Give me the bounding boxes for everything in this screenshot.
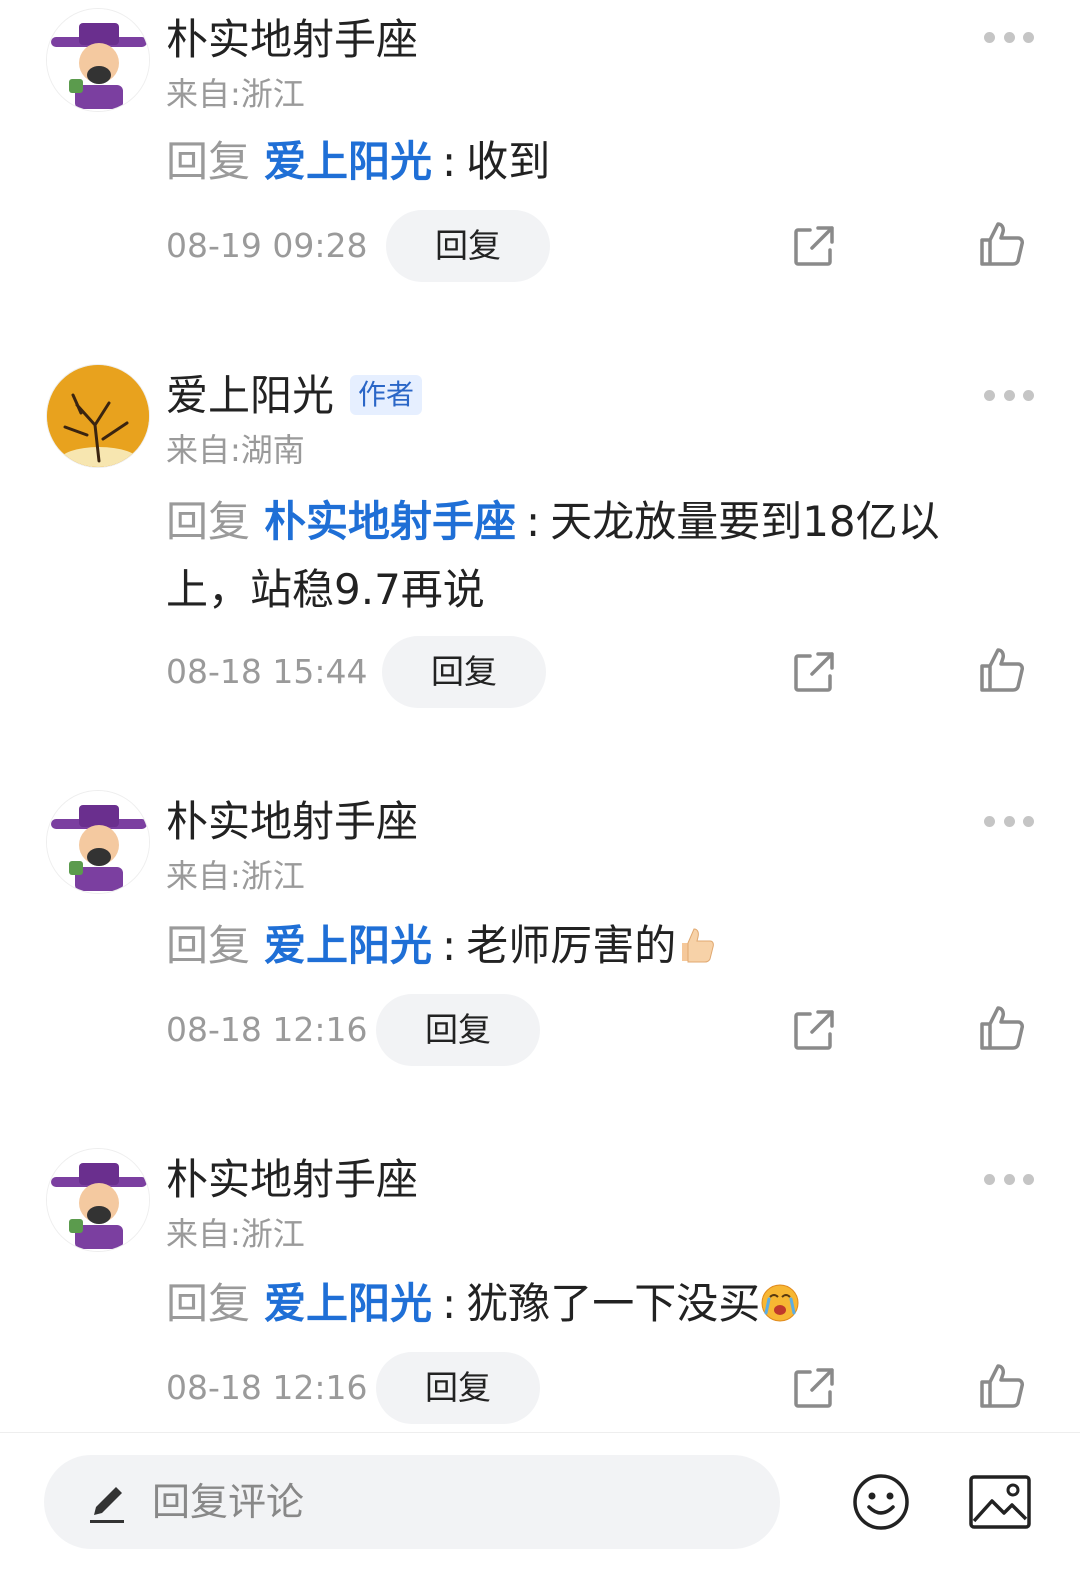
- image-icon[interactable]: [968, 1473, 1032, 1531]
- location-label: 来自:浙江: [166, 857, 305, 895]
- reply-prefix: 回复: [166, 497, 251, 546]
- pen-icon: [90, 1487, 124, 1523]
- timestamp: 08-18 12:16: [166, 1010, 368, 1049]
- avatar[interactable]: [46, 790, 150, 894]
- separator: :: [442, 137, 457, 186]
- reply-button[interactable]: 回复: [376, 1352, 540, 1424]
- comment-text: 收到: [466, 137, 551, 186]
- username-text[interactable]: 爱上阳光: [166, 371, 334, 420]
- comment-body: 回复 爱上阳光: 犹豫了一下没买: [166, 1270, 996, 1338]
- author-badge: 作者: [350, 374, 423, 415]
- reply-prefix: 回复: [166, 921, 251, 970]
- timestamp: 08-19 09:28: [166, 226, 368, 265]
- like-icon[interactable]: [978, 220, 1026, 268]
- username[interactable]: 朴实地射手座: [166, 1154, 418, 1206]
- separator: :: [526, 497, 541, 546]
- username[interactable]: 爱上阳光 作者: [166, 370, 423, 422]
- mention-link[interactable]: 爱上阳光: [264, 1279, 432, 1328]
- reply-prefix: 回复: [166, 1279, 251, 1328]
- comment-text: 老师厉害的: [466, 921, 677, 970]
- smile-icon[interactable]: [852, 1473, 910, 1531]
- more-options-icon[interactable]: [984, 30, 1034, 44]
- tree-photo-avatar-icon: [47, 365, 149, 467]
- location-label: 来自:湖南: [166, 431, 305, 469]
- share-icon[interactable]: [790, 1364, 838, 1412]
- reply-button[interactable]: 回复: [386, 210, 550, 282]
- mention-link[interactable]: 爱上阳光: [264, 921, 432, 970]
- cartoon-avatar-icon: [47, 791, 149, 893]
- comment-body: 回复 朴实地射手座: 天龙放量要到18亿以上，站稳9.7再说: [166, 488, 996, 624]
- reply-button[interactable]: 回复: [382, 636, 546, 708]
- more-options-icon[interactable]: [984, 814, 1034, 828]
- share-icon[interactable]: [790, 648, 838, 696]
- like-icon[interactable]: [978, 1004, 1026, 1052]
- cartoon-avatar-icon: [47, 9, 149, 111]
- reply-prefix: 回复: [166, 137, 251, 186]
- comment-input-bar: 回复评论: [0, 1432, 1080, 1573]
- separator: :: [442, 921, 457, 970]
- share-icon[interactable]: [790, 1006, 838, 1054]
- location-label: 来自:浙江: [166, 75, 305, 113]
- separator: :: [442, 1279, 457, 1328]
- mention-link[interactable]: 朴实地射手座: [264, 497, 516, 546]
- reply-input[interactable]: 回复评论: [44, 1455, 780, 1549]
- share-icon[interactable]: [790, 222, 838, 270]
- like-icon[interactable]: [978, 1362, 1026, 1410]
- avatar[interactable]: [46, 8, 150, 112]
- crying-face-emoji-icon: [761, 1284, 799, 1321]
- location-label: 来自:浙江: [166, 1215, 305, 1253]
- more-options-icon[interactable]: [984, 388, 1034, 402]
- username[interactable]: 朴实地射手座: [166, 796, 418, 848]
- timestamp: 08-18 15:44: [166, 652, 368, 691]
- like-icon[interactable]: [978, 646, 1026, 694]
- comment-body: 回复 爱上阳光: 老师厉害的: [166, 912, 996, 980]
- timestamp: 08-18 12:16: [166, 1368, 368, 1407]
- comment-body: 回复 爱上阳光: 收到: [166, 128, 996, 196]
- comment-text: 犹豫了一下没买: [466, 1279, 761, 1328]
- username[interactable]: 朴实地射手座: [166, 14, 418, 66]
- mention-link[interactable]: 爱上阳光: [264, 137, 432, 186]
- thumbs-up-emoji-icon: [682, 927, 715, 962]
- reply-input-placeholder: 回复评论: [152, 1480, 305, 1524]
- more-options-icon[interactable]: [984, 1172, 1034, 1186]
- avatar[interactable]: [46, 1148, 150, 1252]
- avatar[interactable]: [46, 364, 150, 468]
- cartoon-avatar-icon: [47, 1149, 149, 1251]
- reply-button[interactable]: 回复: [376, 994, 540, 1066]
